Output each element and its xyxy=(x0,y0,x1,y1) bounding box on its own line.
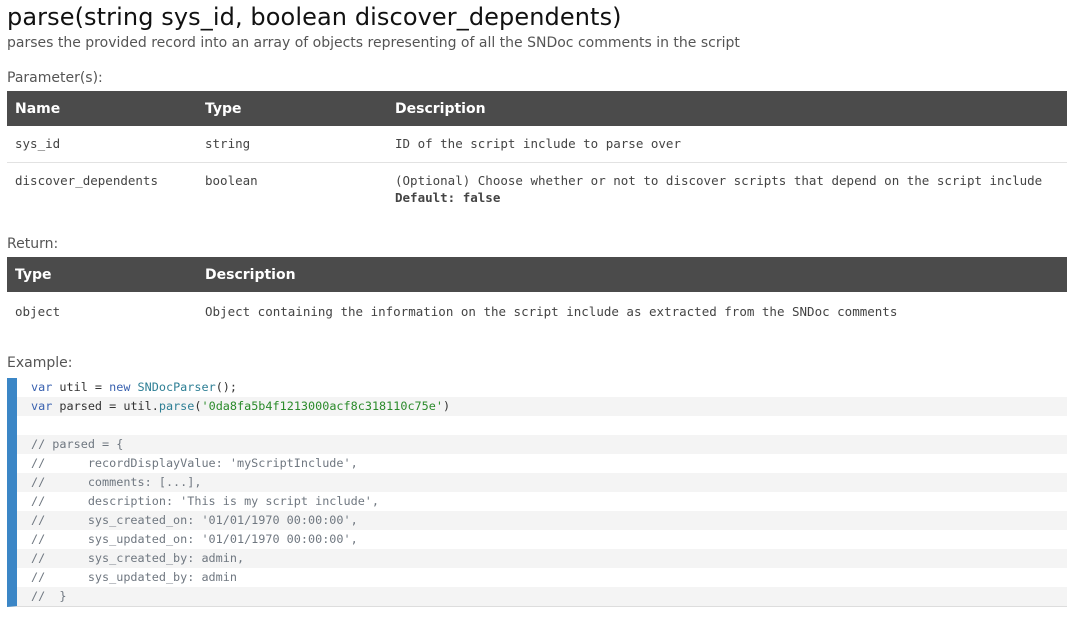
code-comment: // recordDisplayValue: 'myScriptInclude'… xyxy=(31,456,358,470)
code-line: var parsed = util.parse('0da8fa5b4f12130… xyxy=(17,397,1067,416)
code-string: '0da8fa5b4f1213000acf8c318110c75e' xyxy=(201,399,443,413)
table-row: object Object containing the information… xyxy=(7,292,1067,332)
method-signature: parse(string sys_id, boolean discover_de… xyxy=(7,3,622,31)
code-comment: // sys_updated_by: admin xyxy=(31,570,237,584)
header-type: Type xyxy=(7,257,197,292)
code-function: SNDocParser xyxy=(130,380,216,394)
code-comment: // sys_created_by: admin, xyxy=(17,549,1067,568)
code-comment: // parsed = { xyxy=(17,435,1067,454)
return-table: Type Description object Object containin… xyxy=(7,257,1067,332)
parameters-header-row: Name Type Description xyxy=(7,91,1067,126)
table-row: sys_id string ID of the script include t… xyxy=(7,126,1067,163)
parameters-label: Parameter(s): xyxy=(7,70,103,86)
code-comment: // comments: [...], xyxy=(17,473,1067,492)
code-function: parse xyxy=(158,399,195,413)
param-name: sys_id xyxy=(7,126,197,163)
code-comment: // description: 'This is my script inclu… xyxy=(31,494,380,508)
code-keyword: var xyxy=(31,380,53,394)
param-name: discover_dependents xyxy=(15,172,158,188)
code-text: util = xyxy=(52,380,110,394)
method-doc: parse(string sys_id, boolean discover_de… xyxy=(0,0,1067,607)
code-line: var util = new SNDocParser(); xyxy=(17,378,1067,397)
param-description: ID of the script include to parse over xyxy=(387,126,1067,163)
return-description: Object containing the information on the… xyxy=(205,304,898,319)
param-type: boolean xyxy=(205,172,258,188)
header-description: Description xyxy=(197,257,1067,292)
param-default: Default: false xyxy=(395,189,501,205)
code-keyword: new xyxy=(109,380,131,394)
return-label: Return: xyxy=(7,236,59,252)
param-description: (Optional) Choose whether or not to disc… xyxy=(395,172,1043,188)
code-text: ) xyxy=(442,399,451,413)
code-comment: // sys_updated_on: '01/01/1970 00:00:00'… xyxy=(31,532,358,546)
method-description: parses the provided record into an array… xyxy=(7,35,740,51)
param-type: string xyxy=(197,126,387,163)
code-comment: // } xyxy=(17,587,1067,606)
example-label: Example: xyxy=(7,355,73,371)
parameters-table: Name Type Description sys_id string ID o… xyxy=(7,91,1067,214)
code-comment: // sys_created_on: '01/01/1970 00:00:00'… xyxy=(17,511,1067,530)
header-name: Name xyxy=(7,91,197,126)
header-type: Type xyxy=(197,91,387,126)
code-text: (); xyxy=(215,380,237,394)
return-header-row: Type Description xyxy=(7,257,1067,292)
code-text: parsed = util. xyxy=(52,399,159,413)
code-keyword: var xyxy=(31,399,53,413)
param-description-cell: (Optional) Choose whether or not to disc… xyxy=(387,162,1067,214)
table-row: discover_dependents boolean (Optional) C… xyxy=(7,162,1067,214)
return-type: object xyxy=(15,304,61,319)
header-description: Description xyxy=(387,91,1067,126)
code-block: var util = new SNDocParser(); var parsed… xyxy=(7,378,1067,607)
